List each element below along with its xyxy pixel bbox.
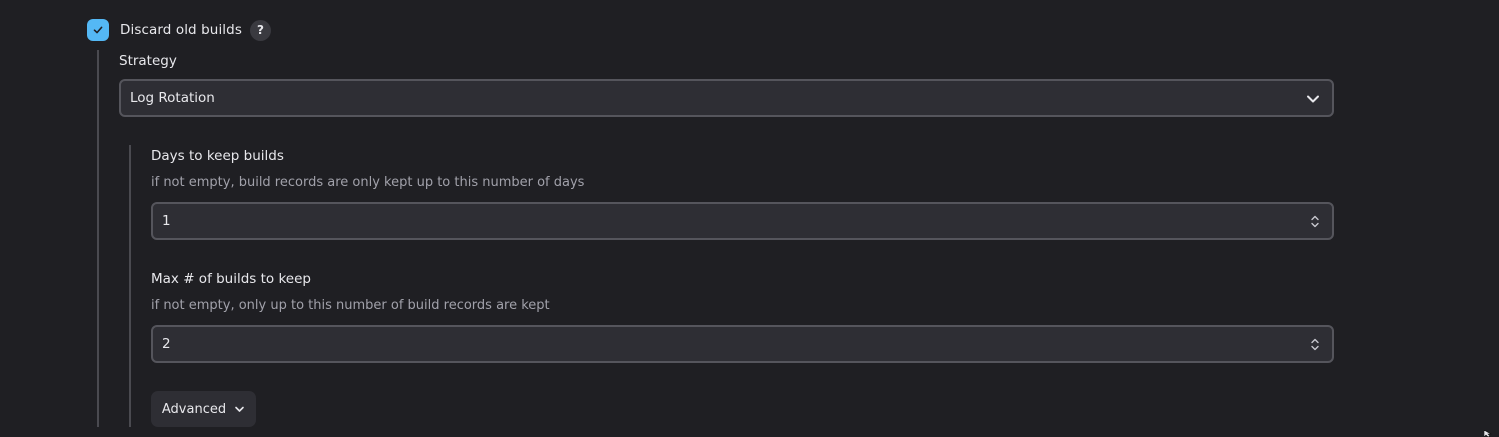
days-to-keep-description: if not empty, build records are only kep… (151, 175, 585, 190)
discard-old-builds-label[interactable]: Discard old builds (120, 22, 242, 38)
chevron-down-icon (234, 404, 245, 415)
strategy-select[interactable]: Log Rotation (119, 79, 1334, 117)
max-builds-value: 2 (162, 336, 171, 352)
strategy-label: Strategy (119, 53, 177, 69)
strategy-selected-value: Log Rotation (130, 90, 215, 106)
section-divider (97, 50, 99, 427)
strategy-options-divider (129, 145, 131, 427)
advanced-button[interactable]: Advanced (151, 391, 256, 427)
max-builds-description: if not empty, only up to this number of … (151, 298, 550, 313)
chevron-down-icon (1307, 95, 1319, 103)
max-builds-label: Max # of builds to keep (151, 271, 311, 287)
spinner-arrows-icon[interactable] (1310, 337, 1320, 352)
max-builds-input[interactable]: 2 (151, 325, 1334, 363)
mouse-cursor-icon (1484, 430, 1493, 437)
help-button[interactable]: ? (249, 19, 271, 41)
check-icon (93, 26, 103, 34)
days-to-keep-value: 1 (162, 213, 171, 229)
advanced-label: Advanced (161, 401, 227, 417)
spinner-arrows-icon[interactable] (1310, 214, 1320, 229)
discard-old-builds-section: Discard old builds ? Strategy Log Rotati… (0, 0, 1499, 437)
discard-old-builds-row: Discard old builds ? (87, 19, 271, 41)
days-to-keep-input[interactable]: 1 (151, 202, 1334, 240)
days-to-keep-label: Days to keep builds (151, 148, 284, 164)
discard-old-builds-checkbox[interactable] (87, 19, 109, 41)
